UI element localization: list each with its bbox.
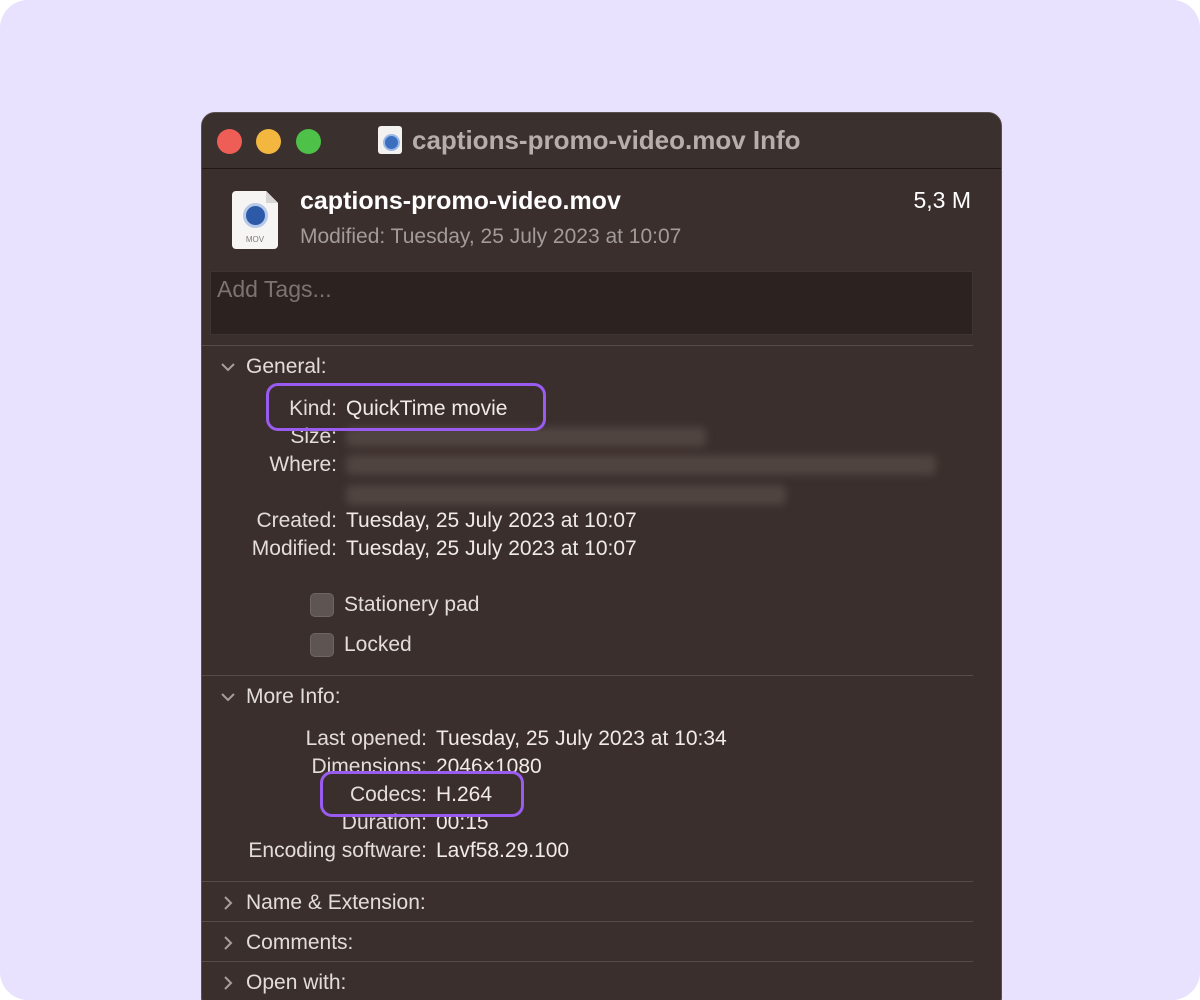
encoding-label: Encoding software: [248,839,427,862]
comments-section-header[interactable]: Comments: [220,931,353,955]
file-size: 5,3 M [913,187,971,213]
chevron-right-icon [220,893,236,913]
file-name: captions-promo-video.mov [300,187,621,215]
checkbox-box[interactable] [310,593,334,617]
chevron-down-icon [220,357,236,377]
general-section-header[interactable]: General: [220,355,327,379]
minimize-button[interactable] [256,129,281,154]
open-with-section-header[interactable]: Open with: [220,971,346,995]
file-header: MOV captions-promo-video.mov Modified: T… [202,169,1001,269]
tags-field[interactable]: Add Tags... [210,271,973,335]
modified-value: Tuesday, 25 July 2023 at 10:07 [346,537,637,560]
name-extension-label: Name & Extension: [246,891,426,914]
general-header-label: General: [246,355,327,378]
last-opened-label: Last opened: [305,727,427,750]
divider [202,921,973,922]
checkbox-box[interactable] [310,633,334,657]
last-opened-value: Tuesday, 25 July 2023 at 10:34 [436,727,727,750]
more-info-section-header[interactable]: More Info: [220,685,341,709]
created-value: Tuesday, 25 July 2023 at 10:07 [346,509,637,532]
quicktime-file-icon: MOV [232,191,278,249]
comments-label: Comments: [246,931,354,954]
file-modified: Modified: Tuesday, 25 July 2023 at 10:07 [300,225,682,248]
zoom-button[interactable] [296,129,321,154]
redacted-path-line1 [346,455,936,475]
movie-file-icon [378,126,402,154]
file-extension-label: MOV [245,235,265,244]
divider [202,675,973,676]
divider [202,345,973,346]
encoding-value: Lavf58.29.100 [436,839,570,862]
created-label: Created: [256,509,337,532]
chevron-down-icon [220,687,236,707]
divider [202,881,973,882]
window-title: captions-promo-video.mov Info [378,125,801,155]
chevron-right-icon [220,933,236,953]
locked-checkbox[interactable]: Locked [310,633,412,657]
modified-label: Modified: [251,537,337,560]
title-bar[interactable]: captions-promo-video.mov Info [202,113,1001,169]
where-label: Where: [269,453,337,476]
stationery-pad-label: Stationery pad [344,593,480,616]
chevron-right-icon [220,973,236,993]
stationery-pad-checkbox[interactable]: Stationery pad [310,593,479,617]
divider [202,961,973,962]
info-window: captions-promo-video.mov Info MOV captio… [201,112,1002,1000]
kind-highlight [266,383,546,431]
tags-placeholder: Add Tags... [217,276,332,302]
name-extension-section-header[interactable]: Name & Extension: [220,891,426,915]
window-title-text: captions-promo-video.mov Info [412,124,801,155]
redacted-path-line2 [346,485,786,505]
locked-label: Locked [344,633,412,656]
more-info-header-label: More Info: [246,685,341,708]
close-button[interactable] [217,129,242,154]
codecs-highlight [320,771,524,817]
open-with-label: Open with: [246,971,347,994]
